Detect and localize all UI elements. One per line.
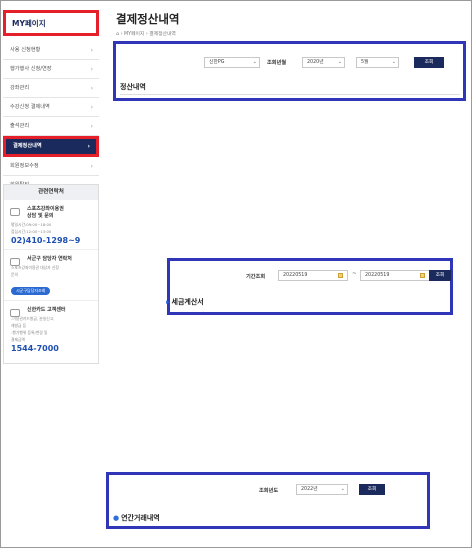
sidebar-menu: 사용 신청현황 › 행가행사 신청/연장 › 강좌관리 › 수강신청 결제내역 › 출석… [3, 41, 99, 195]
contact-sub: 스포츠강좌이용권 대상자 선정 [11, 265, 59, 270]
bullet-icon: ● [113, 514, 120, 522]
sidebar-item-label: 회원정보수정 [10, 163, 39, 169]
tax-section-label: 세금계산서 [171, 298, 204, 306]
range-separator: ~ [352, 271, 357, 277]
sidebar-item-label: 출석관리 [10, 123, 30, 129]
contact-sub: 결제금액 [11, 337, 25, 342]
annual-search-button[interactable]: 조회 [359, 484, 385, 495]
year-select[interactable]: 2020년 ⌄ [302, 57, 345, 68]
breadcrumb: ⌂ › MY페이지 › 결제정산내역 [116, 32, 176, 37]
sidebar-item-settlement[interactable]: 결제정산내역 › [3, 136, 99, 157]
chevron-right-icon: › [90, 163, 93, 170]
year-select-value: 2020년 [307, 60, 324, 65]
sidebar-item-label: 결제정산내역 [13, 143, 42, 149]
annual-year-select[interactable]: 2022년 ⌄ [296, 484, 348, 495]
contact-head-sub: 상담 및 문의 [27, 213, 54, 219]
chat-icon [10, 208, 20, 216]
annual-year-value: 2022년 [301, 487, 318, 492]
page-title: 결제정산내역 [116, 12, 180, 26]
sidebar-item-label: 수강신청 결제내역 [10, 104, 50, 110]
contact-sub: -이용권카드발급, 분실신고, [11, 316, 55, 321]
contact-sub: 재발급 등 [11, 323, 27, 328]
chevron-right-icon: › [87, 143, 90, 150]
sidebar-item-usage-status[interactable]: 사용 신청현황 › [3, 41, 99, 60]
contact-sub: 문의 [11, 272, 18, 277]
month-select-value: 5월 [361, 60, 369, 65]
sidebar-item-course-manage[interactable]: 강좌관리 › [3, 79, 99, 98]
settlement-panel: 신한PG ⌄ 조회년월 2020년 ⌄ 5월 ⌄ 조회 정산내역 [113, 41, 466, 101]
sidebar-item-event-apply[interactable]: 행가행사 신청/연장 › [3, 60, 99, 79]
chevron-right-icon: › [90, 104, 93, 111]
chevron-right-icon: › [90, 123, 93, 130]
contact-phone: 02)410-1298~9 [11, 236, 81, 245]
year-month-label: 조회년월 [267, 60, 287, 66]
calendar-icon[interactable] [420, 273, 425, 278]
chevron-down-icon: ⌄ [337, 59, 342, 65]
sidebar-item-label: 행가행사 신청/연장 [10, 66, 52, 72]
calendar-icon[interactable] [338, 273, 343, 278]
settlement-search-button[interactable]: 조회 [414, 57, 444, 68]
chevron-right-icon: › [90, 66, 93, 73]
related-contacts-box: 관련연락처 스포츠강좌이용권 상담 및 문의 평일시간:09:00~18:00 … [3, 184, 99, 364]
contact-section-voucher: 스포츠강좌이용권 상담 및 문의 평일시간:09:00~18:00 점심시간:1… [4, 200, 98, 250]
tax-search-button[interactable]: 조회 [429, 270, 451, 281]
contact-sub: -행가행위 등록/변경 및 [11, 330, 48, 335]
annual-section-title: ● 연간거래내역 [113, 513, 160, 523]
contact-head: 신한카드 고객센터 [27, 307, 66, 313]
contact-head: 스포츠강좌이용권 [27, 206, 64, 212]
pg-select-value: 신한PG [209, 60, 225, 65]
contact-lunch: 점심시간:12:00~13:00 [11, 229, 52, 234]
chevron-right-icon: › [90, 85, 93, 92]
settlement-section-title: 정산내역 [120, 83, 146, 91]
period-label: 기간조회 [246, 274, 266, 280]
chevron-down-icon: ⌄ [340, 486, 345, 492]
building-icon [10, 258, 20, 266]
tax-invoice-panel: 기간조회 20220519 ~ 20220519 조회 ▸ 세금계산서 [166, 258, 453, 315]
contact-section-district: 서군구 담당자 연락처 스포츠강좌이용권 대상자 선정 문의 시군구담당자조회 [4, 250, 98, 301]
chevron-down-icon: ⌄ [391, 59, 396, 65]
pg-select[interactable]: 신한PG ⌄ [204, 57, 260, 68]
annual-panel: 조회년도 2022년 ⌄ 조회 ● 연간거래내역 [106, 472, 430, 529]
chevron-down-icon: ⌄ [252, 59, 257, 65]
bullet-icon: ▸ [166, 298, 170, 306]
sidebar-title-box: MY페이지 [3, 10, 99, 36]
related-contacts-title: 관련연락처 [4, 185, 98, 200]
sidebar-item-label: 사용 신청현황 [10, 47, 41, 53]
sidebar-item-course-payment[interactable]: 수강신청 결제내역 › [3, 98, 99, 117]
card-icon [10, 309, 20, 317]
date-to-value: 20220519 [365, 273, 390, 278]
year-label: 조회년도 [259, 488, 279, 494]
chevron-right-icon: › [90, 47, 93, 54]
sidebar-item-attendance[interactable]: 출석관리 › [3, 117, 99, 136]
sidebar-item-edit-profile[interactable]: 회원정보수정 › [3, 157, 99, 176]
annual-section-label: 연간거래내역 [121, 514, 160, 522]
tax-section-title: ▸ 세금계산서 [166, 297, 204, 307]
contact-head: 서군구 담당자 연락처 [27, 256, 72, 262]
divider [120, 94, 460, 95]
contact-hours: 평일시간:09:00~18:00 [11, 222, 52, 227]
month-select[interactable]: 5월 ⌄ [356, 57, 399, 68]
sidebar-title: MY페이지 [12, 19, 46, 28]
date-from-value: 20220519 [283, 273, 308, 278]
district-lookup-button[interactable]: 시군구담당자조회 [11, 287, 51, 295]
contact-section-card: 신한카드 고객센터 -이용권카드발급, 분실신고, 재발급 등 -행가행위 등록… [4, 301, 98, 357]
sidebar-item-label: 강좌관리 [10, 85, 30, 91]
contact-phone: 1544-7000 [11, 344, 59, 353]
